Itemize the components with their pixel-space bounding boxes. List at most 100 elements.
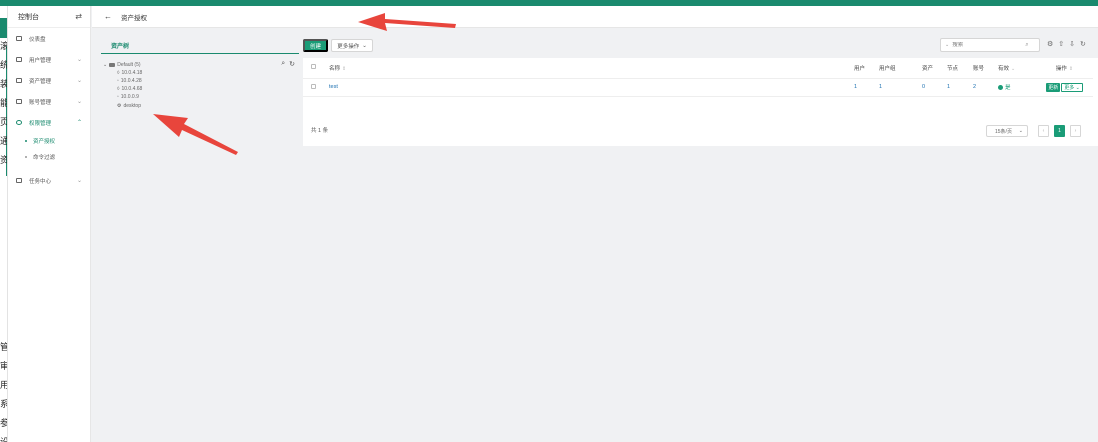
select-all-checkbox[interactable] bbox=[311, 64, 316, 70]
sidebar-item-label: 资产管理 bbox=[29, 78, 52, 85]
table-tools: ⚙ ⇧ ⇩ ↻ bbox=[1047, 40, 1086, 48]
sidebar-item-label: 账号管理 bbox=[29, 99, 52, 106]
settings-icon[interactable]: ⚙ bbox=[1047, 40, 1053, 48]
table-row: test 1 1 0 1 2 是 更新 更多 ⌄ bbox=[303, 78, 1093, 97]
sidebar-subitem-asset-permission[interactable]: 资产授权 bbox=[8, 133, 90, 149]
refresh-icon[interactable]: ↻ bbox=[289, 60, 295, 68]
sidebar-title: 控制台 bbox=[18, 13, 39, 21]
tree-node[interactable]: ▫ 10.0.4.28 bbox=[117, 78, 142, 84]
tree-node-label: 10.0.4.68 bbox=[121, 86, 143, 92]
sidebar-item-label: 权限管理 bbox=[29, 120, 52, 127]
filter-dropdown-icon[interactable]: ⌄ bbox=[945, 42, 949, 48]
column-nodes: 节点 bbox=[947, 65, 959, 72]
back-arrow-icon[interactable]: ← bbox=[104, 12, 112, 21]
row-accounts[interactable]: 2 bbox=[973, 78, 998, 97]
upload-icon[interactable]: ⇧ bbox=[1058, 40, 1064, 48]
background-char: 用 bbox=[0, 382, 7, 391]
column-user-groups: 用户组 bbox=[879, 65, 896, 72]
background-char: 滚 bbox=[0, 43, 7, 52]
tree-node[interactable]: ⚙ desktop bbox=[117, 103, 141, 109]
background-logo bbox=[0, 18, 7, 38]
row-more-button[interactable]: 更多 ⌄ bbox=[1061, 82, 1083, 92]
refresh-icon[interactable]: ↻ bbox=[1080, 40, 1086, 48]
prev-page-button[interactable]: ‹ bbox=[1038, 125, 1049, 137]
chevron-down-icon: ⌄ bbox=[76, 178, 82, 184]
page-size-select[interactable]: 15条/页 ⌄ bbox=[986, 125, 1028, 137]
tree-root[interactable]: ⌄ Default (5) bbox=[103, 62, 141, 68]
row-name-link[interactable]: test bbox=[329, 78, 854, 97]
linux-icon: ◊ bbox=[117, 70, 120, 76]
bullet-icon bbox=[25, 140, 27, 142]
page-number-button[interactable]: 1 bbox=[1054, 125, 1065, 137]
row-assets[interactable]: 0 bbox=[922, 78, 947, 97]
column-accounts: 账号 bbox=[973, 65, 985, 72]
row-valid-label: 是 bbox=[1005, 85, 1011, 91]
background-char: 审 bbox=[0, 363, 7, 372]
sidebar-header: 控制台 ⇄ bbox=[8, 6, 90, 28]
sidebar-item-tasks[interactable]: 任务中心 ⌄ bbox=[8, 170, 90, 191]
row-valid: 是 bbox=[998, 78, 1036, 97]
sidebar-subitem-label: 命令过滤 bbox=[33, 155, 56, 161]
page-title: 资产授权 bbox=[121, 14, 147, 22]
background-window-edge: 滚 统 装 能 页 通 资 管 审 用 系 参 设 bbox=[0, 6, 8, 442]
sidebar-item-label: 任务中心 bbox=[29, 178, 52, 185]
sidebar-item-dashboard[interactable]: 仪表盘 bbox=[8, 28, 90, 49]
sort-icon[interactable]: ⌄ bbox=[1011, 66, 1015, 72]
column-name[interactable]: 名称 bbox=[329, 66, 340, 72]
chevron-down-icon: ⌄ bbox=[1075, 84, 1080, 91]
column-valid[interactable]: 有效 bbox=[998, 66, 1009, 72]
sidebar-item-assets[interactable]: 资产管理 ⌄ bbox=[8, 70, 90, 91]
sidebar-subitem-label: 资产授权 bbox=[33, 139, 56, 145]
swap-icon[interactable]: ⇄ bbox=[75, 12, 82, 21]
background-char: 资 bbox=[0, 157, 7, 166]
check-circle-icon bbox=[998, 85, 1003, 91]
more-actions-button[interactable]: 更多操作 ⌄ bbox=[331, 39, 373, 52]
tree-node[interactable]: ▫ 10.0.0.9 bbox=[117, 94, 139, 100]
row-user-groups[interactable]: 1 bbox=[879, 78, 922, 97]
tree-node-label: desktop bbox=[123, 103, 141, 109]
row-more-label: 更多 bbox=[1064, 84, 1075, 91]
row-nodes[interactable]: 1 bbox=[947, 78, 973, 97]
row-checkbox[interactable] bbox=[311, 83, 316, 89]
chevron-down-icon: ⌄ bbox=[362, 42, 367, 49]
tree-node[interactable]: ◊ 10.0.4.68 bbox=[117, 86, 142, 92]
search-icon[interactable]: ⌕ bbox=[1025, 42, 1028, 49]
background-char: 页 bbox=[0, 119, 7, 128]
accounts-icon bbox=[16, 99, 22, 104]
tab-asset-tree[interactable]: 资产树 bbox=[101, 38, 299, 54]
sidebar: 控制台 ⇄ 仪表盘 用户管理 ⌄ 资产管理 ⌄ 账号管理 ⌄ 权限管理 ⌃ 资产… bbox=[8, 6, 91, 442]
sidebar-item-accounts[interactable]: 账号管理 ⌄ bbox=[8, 91, 90, 112]
sort-icon[interactable]: ⇕ bbox=[1069, 66, 1073, 72]
folder-icon bbox=[109, 63, 116, 67]
caret-down-icon: ⌄ bbox=[103, 62, 108, 68]
update-button[interactable]: 更新 bbox=[1046, 82, 1061, 92]
table-header-row: 名称 ⇕ 用户 用户组 资产 节点 账号 有效 ⌄ 操作 ⇕ bbox=[303, 58, 1093, 79]
sidebar-subitem-command-filter[interactable]: 命令过滤 bbox=[8, 149, 90, 165]
page-size-label: 15条/页 bbox=[995, 128, 1012, 135]
page-header: ← 资产授权 bbox=[92, 6, 1098, 28]
column-users: 用户 bbox=[854, 65, 866, 72]
download-icon[interactable]: ⇩ bbox=[1069, 40, 1075, 48]
chevron-up-icon: ⌃ bbox=[76, 120, 82, 126]
sidebar-item-label: 仪表盘 bbox=[29, 36, 46, 43]
row-users[interactable]: 1 bbox=[854, 78, 879, 97]
search-input[interactable] bbox=[952, 42, 1023, 48]
more-actions-label: 更多操作 bbox=[337, 43, 360, 50]
sidebar-item-users[interactable]: 用户管理 ⌄ bbox=[8, 49, 90, 70]
background-char: 能 bbox=[0, 100, 7, 109]
sort-icon[interactable]: ⇕ bbox=[342, 66, 346, 72]
tree-tools: ⌕ ↻ bbox=[281, 60, 295, 68]
background-char: 管 bbox=[0, 344, 7, 353]
permissions-icon bbox=[16, 120, 22, 125]
tree-node[interactable]: ◊ 10.0.4.18 bbox=[117, 70, 142, 76]
table-footer: 共 1 条 15条/页 ⌄ ‹ 1 › bbox=[303, 120, 1093, 142]
background-char: 统 bbox=[0, 62, 7, 71]
tasks-icon bbox=[16, 178, 22, 183]
next-page-button[interactable]: › bbox=[1070, 125, 1081, 137]
windows-icon: ▫ bbox=[117, 94, 119, 100]
main-panel: 创建 更多操作 ⌄ ⌄ ⌕ ⚙ ⇧ ⇩ ↻ 名称⇕ 用户 用户组 资产 节点 账… bbox=[303, 36, 1098, 442]
sidebar-item-permissions[interactable]: 权限管理 ⌃ bbox=[8, 112, 90, 133]
create-button[interactable]: 创建 bbox=[303, 39, 328, 52]
search-box[interactable]: ⌄ ⌕ bbox=[940, 38, 1040, 52]
search-icon[interactable]: ⌕ bbox=[281, 60, 285, 68]
